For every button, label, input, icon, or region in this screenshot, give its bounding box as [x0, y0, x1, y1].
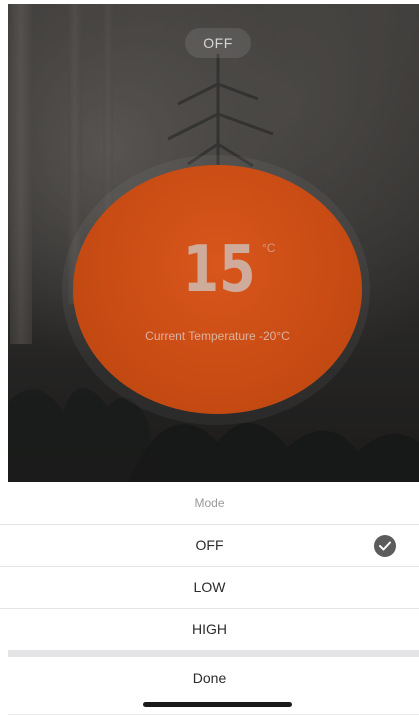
- set-temperature-value: 15: [182, 233, 256, 307]
- mode-option-label: LOW: [193, 579, 226, 595]
- checkmark-icon: [374, 535, 396, 557]
- mode-option-label: HIGH: [192, 621, 227, 637]
- current-temperature-label: Current Temperature -20°C: [145, 329, 290, 343]
- mode-option-high[interactable]: HIGH: [0, 609, 419, 650]
- bottom-divider: [8, 714, 419, 715]
- mode-option-label: OFF: [195, 537, 224, 553]
- temperature-unit: °C: [262, 241, 276, 255]
- mode-option-off[interactable]: OFF: [0, 525, 419, 567]
- done-button[interactable]: Done: [0, 657, 419, 699]
- thermostat-screen: OFF 15 °C Current Temperature -20°C Mode…: [0, 0, 419, 716]
- mode-sheet-title: Mode: [0, 482, 419, 525]
- mode-action-sheet: Mode OFF LOW HIGH Done: [0, 482, 419, 716]
- home-indicator[interactable]: [143, 702, 292, 707]
- power-toggle-button[interactable]: OFF: [185, 28, 251, 58]
- mode-option-low[interactable]: LOW: [0, 567, 419, 609]
- sheet-separator: [8, 650, 419, 657]
